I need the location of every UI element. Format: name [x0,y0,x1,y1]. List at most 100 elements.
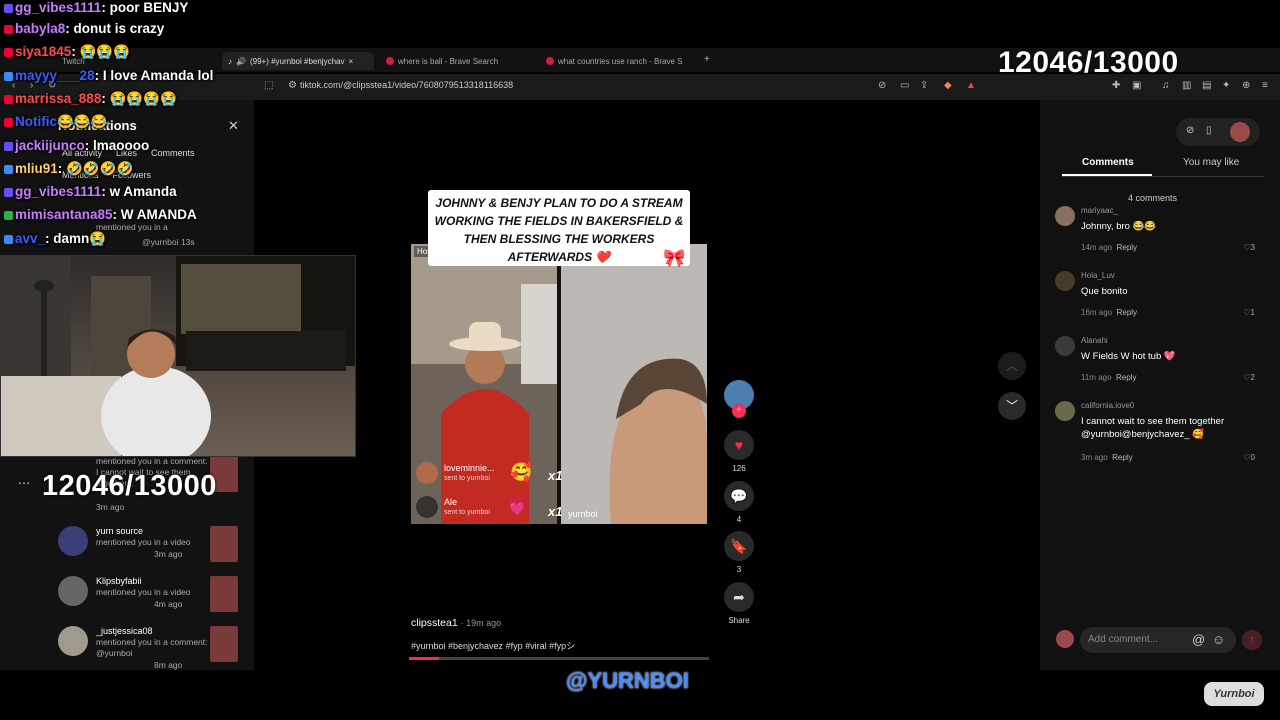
chat-message: jackiijunco: lmaoooo [4,138,149,153]
badge-icon [4,3,13,13]
chat-text: : 😭😭😭 [71,44,130,59]
reply-button[interactable]: Reply [1117,243,1137,252]
share-label: Share [728,616,750,625]
reply-button[interactable]: Reply [1116,373,1136,382]
profile-avatar[interactable] [1230,122,1250,142]
comment-icon[interactable]: 💬 [724,481,754,511]
tab-search-ranch[interactable]: what countries use ranch - Brave S [546,52,683,70]
add-comment-input[interactable]: Add comment... @ ☺ [1080,627,1236,653]
chat-message: gg_vibes1111: w Amanda [4,184,177,199]
share-icon[interactable]: ⇪ [920,80,928,91]
gift-user: loveminnie... [444,463,495,473]
comment-user[interactable]: Hola_Luv [1081,271,1115,280]
comment-user[interactable]: california.love0 [1081,401,1134,410]
previous-video-button[interactable]: ︿ [998,352,1026,380]
screenshot-icon[interactable]: ▣ [1132,80,1141,91]
hashtags[interactable]: #yurnboi #benjychavez #fyp #viral #fypシ [411,639,575,652]
tab-tiktok[interactable]: ♪ 🔊 (99+) #yurnboi #benjychav × [222,52,374,70]
gift-icon: 🥰 [510,462,533,482]
emoji-icon[interactable]: ☺ [1212,632,1225,647]
video-thumbnail[interactable] [210,626,238,662]
phone-icon[interactable]: ▯ [1206,125,1212,136]
avatar[interactable] [58,526,88,556]
brave-shield-icon[interactable]: ◆ [944,80,952,91]
comment-like[interactable]: ♡1 [1243,308,1255,317]
avatar[interactable] [1055,206,1075,226]
reply-button[interactable]: Reply [1112,453,1132,462]
notif-user[interactable]: yurn source [96,526,143,536]
brave-icon [546,57,554,65]
comment-user[interactable]: Alanahi [1081,336,1108,345]
site-settings-icon[interactable]: ⚙ [288,80,297,91]
tab-you-may-like[interactable]: You may like [1183,157,1239,168]
sidebar-icon[interactable]: ▥ [1182,80,1191,91]
list-item[interactable]: _justjessica08 mentioned you in a commen… [58,626,248,670]
comment-time: 14m ago [1081,243,1113,252]
list-item[interactable]: yurn source mentioned you in a video 3m … [58,526,248,570]
audio-icon: 🔊 [236,56,246,66]
notif-user[interactable]: _justjessica08 [96,626,153,636]
more-icon[interactable]: ⋯ [18,476,30,490]
video-thumbnail[interactable] [210,526,238,562]
video-author[interactable]: clipsstea1 · 19m ago [411,617,501,629]
compass-icon[interactable]: ⊘ [1186,125,1194,136]
share-arrow-icon[interactable]: ➦ [724,582,754,612]
comment-text: W Fields W hot tub 💖 [1081,351,1176,362]
url-field[interactable]: tiktok.com/@clipsstea1/video/76080795133… [300,80,513,90]
comment-user[interactable]: mariyaac_ [1081,206,1118,215]
avatar[interactable] [58,626,88,656]
mention-icon[interactable]: @ [1192,632,1205,647]
next-video-button[interactable]: ﹀ [998,392,1026,420]
bookmark-icon[interactable]: 🔖 [724,531,754,561]
leo-icon[interactable]: ✦ [1222,80,1230,91]
list-item[interactable]: Klipsbyfabii mentioned you in a video 4m… [58,576,248,620]
comment-text: Johnny, bro 😂😂 [1081,221,1157,232]
comment-like[interactable]: ♡0 [1243,453,1255,462]
comment-button[interactable]: 💬 4 [722,481,756,524]
menu-icon[interactable]: ≡ [1262,80,1268,91]
notif-user[interactable]: Klipsbyfabii [96,576,142,586]
add-comment-placeholder: Add comment... [1088,634,1159,645]
tab-comments[interactable]: Comments [1082,157,1134,168]
reply-button[interactable]: Reply [1117,308,1137,317]
author-name[interactable]: clipsstea1 [411,617,458,629]
post-comment-button[interactable]: ↑ [1242,630,1262,650]
close-icon[interactable]: ✕ [228,118,239,134]
comment-like[interactable]: ♡2 [1243,373,1255,382]
avatar[interactable] [1055,336,1075,356]
save-button[interactable]: 🔖 3 [722,531,756,574]
translate-icon[interactable]: ⊘ [878,80,886,91]
vpn-icon[interactable]: ⊕ [1242,80,1250,91]
comment-like[interactable]: ♡3 [1243,243,1255,252]
wallet-icon[interactable]: ▤ [1202,80,1211,91]
share-button[interactable]: ➦ Share [722,582,756,625]
badge-icon [4,94,13,104]
video-thumbnail[interactable] [210,576,238,612]
creator-avatar[interactable]: + [722,380,756,418]
tab-close-icon[interactable]: × [348,57,353,66]
webcam-scene [1,256,355,456]
music-icon[interactable]: ♫ [1162,80,1170,91]
avatar[interactable] [1055,401,1075,421]
filter-comments[interactable]: Comments [151,148,195,158]
tab-search-ball[interactable]: where is ball - Brave Search [386,52,498,70]
brave-rewards-icon[interactable]: ▲ [966,80,976,91]
bookmark-icon[interactable]: ⬚ [264,80,273,91]
heart-icon[interactable]: ♥ [724,430,754,460]
comment-time: 3m ago [1081,453,1108,462]
avatar[interactable] [1055,271,1075,291]
comment-meta: 16m ago Reply [1081,308,1137,317]
badge-icon [4,187,13,197]
follow-plus-icon[interactable]: + [732,404,746,418]
like-button[interactable]: ♥ 126 [722,430,756,473]
chat-text: : donut is crazy [65,21,165,36]
extensions-icon[interactable]: ✚ [1112,80,1120,91]
progress-bar[interactable] [409,657,709,660]
chat-user: gg_vibes1111 [15,184,102,199]
chat-user: mliu91 [15,161,58,176]
comment-text: Que bonito [1081,286,1128,297]
new-tab-button[interactable]: + [704,54,710,65]
avatar[interactable] [58,576,88,606]
cast-icon[interactable]: ▭ [900,80,909,91]
chat-message: siya1845: 😭😭😭 [4,44,130,60]
